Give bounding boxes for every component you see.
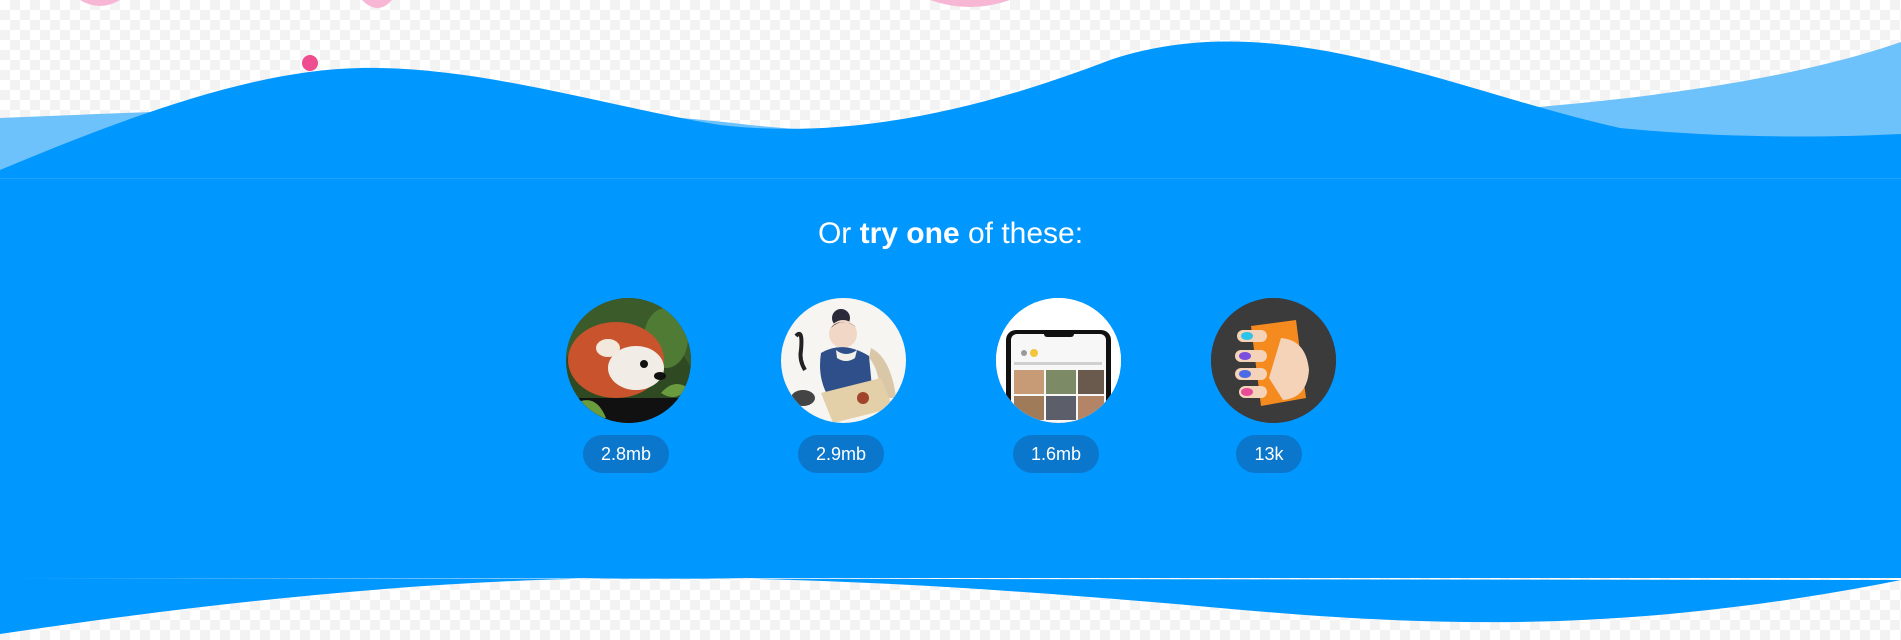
red-panda-photo-icon[interactable] [566,298,691,423]
pink-blob-decoration [362,0,392,8]
pink-blob-decoration [80,0,120,6]
heading-text-before: Or [817,217,852,250]
pink-dot-decoration [302,55,318,71]
demo-list: 2.8mb 2.9mb 1.6mb 13k [0,298,1901,478]
svg-hand-icon[interactable] [1211,298,1336,423]
try-one-heading: Or try one of these: [0,214,1901,254]
phone-screenshot-icon[interactable] [996,298,1121,423]
pink-blob-decoration [930,0,1010,7]
file-size-badge: 2.9mb [798,435,884,473]
section-divider [0,178,1901,179]
heading-text-bold: try one [859,217,960,250]
heading-text-after: of these: [967,217,1084,250]
file-size-badge: 13k [1236,435,1302,473]
file-size-badge: 1.6mb [1013,435,1099,473]
artwork-illustration-icon[interactable] [781,298,906,423]
file-size-badge: 2.8mb [583,435,669,473]
bottom-wave [0,577,1901,634]
